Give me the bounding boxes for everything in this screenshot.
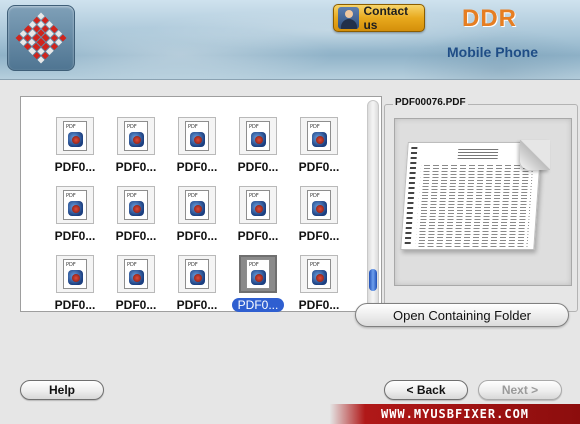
file-grid: PDF PDF0... PDF PDF0... PDF PDF0... PDF PDF0...… [20, 96, 382, 312]
pdf-file-icon: PDF [124, 190, 148, 220]
contact-us-button[interactable]: Contact us [333, 4, 425, 32]
file-item[interactable]: PDF PDF0... [169, 186, 225, 246]
file-label: PDF0... [54, 229, 96, 243]
document-table-lines [415, 165, 534, 247]
pdf-file-icon: PDF [63, 190, 87, 220]
file-label: PDF0... [115, 298, 157, 312]
file-thumbnail: PDF [300, 255, 338, 293]
file-thumbnail: PDF [117, 117, 155, 155]
file-thumbnail: PDF [56, 186, 94, 224]
file-thumbnail: PDF [117, 255, 155, 293]
file-label: PDF0... [237, 160, 279, 174]
pdf-file-icon: PDF [185, 259, 209, 289]
pdf-file-icon: PDF [63, 121, 87, 151]
file-thumbnail: PDF [56, 117, 94, 155]
file-thumbnail: PDF [300, 117, 338, 155]
file-thumbnail: PDF [178, 117, 216, 155]
file-thumbnail: PDF [239, 186, 277, 224]
file-item[interactable]: PDF PDF0... [291, 186, 347, 246]
pdf-file-icon: PDF [63, 259, 87, 289]
file-label: PDF0... [115, 160, 157, 174]
pdf-file-icon: PDF [246, 121, 270, 151]
file-item[interactable]: PDF PDF0... [47, 186, 103, 246]
file-item[interactable]: PDF PDF0... [47, 255, 103, 315]
contact-us-label: Contact us [363, 4, 409, 32]
file-item[interactable]: PDF PDF0... [169, 117, 225, 177]
file-item[interactable]: PDF PDF0... [108, 255, 164, 315]
app-header: Contact us DDR Mobile Phone [0, 0, 580, 80]
file-label: PDF0... [176, 229, 218, 243]
document-heading-lines [457, 149, 499, 159]
open-containing-folder-button[interactable]: Open Containing Folder [355, 303, 569, 327]
pdf-file-icon: PDF [185, 121, 209, 151]
file-thumbnail: PDF [239, 255, 277, 293]
file-label: PDF0... [115, 229, 157, 243]
app-logo [7, 5, 75, 71]
pdf-file-icon: PDF [307, 190, 331, 220]
pdf-file-icon: PDF [124, 259, 148, 289]
file-item[interactable]: PDF PDF0... [230, 117, 286, 177]
file-label: PDF0... [298, 298, 340, 312]
file-label: PDF0... [298, 229, 340, 243]
pdf-file-icon: PDF [246, 259, 270, 289]
file-item[interactable]: PDF PDF0... [230, 255, 286, 315]
file-item[interactable]: PDF PDF0... [169, 255, 225, 315]
back-button[interactable]: < Back [384, 380, 468, 400]
file-thumbnail: PDF [178, 186, 216, 224]
person-icon [338, 7, 360, 29]
file-item[interactable]: PDF PDF0... [230, 186, 286, 246]
file-item[interactable]: PDF PDF0... [108, 117, 164, 177]
pdf-file-icon: PDF [307, 259, 331, 289]
file-item[interactable]: PDF PDF0... [291, 255, 347, 315]
pdf-file-icon: PDF [124, 121, 148, 151]
file-thumbnail: PDF [56, 255, 94, 293]
file-item[interactable]: PDF PDF0... [291, 117, 347, 177]
file-thumbnail: PDF [239, 117, 277, 155]
file-label: PDF0... [54, 298, 96, 312]
file-thumbnail: PDF [178, 255, 216, 293]
file-item[interactable]: PDF PDF0... [47, 117, 103, 177]
file-label: PDF0... [237, 229, 279, 243]
file-item[interactable]: PDF PDF0... [108, 186, 164, 246]
file-label: PDF0... [231, 298, 285, 312]
file-thumbnail: PDF [300, 186, 338, 224]
website-banner: WWW.MYUSBFIXER.COM [330, 404, 580, 424]
logo-icon [15, 12, 67, 64]
file-label: PDF0... [176, 160, 218, 174]
help-button[interactable]: Help [20, 380, 104, 400]
file-label: PDF0... [54, 160, 96, 174]
product-name: Mobile Phone [447, 44, 538, 60]
file-label: PDF0... [298, 160, 340, 174]
pdf-file-icon: PDF [307, 121, 331, 151]
vertical-scrollbar[interactable] [367, 100, 379, 308]
pdf-file-icon: PDF [185, 190, 209, 220]
brand-name: DDR [462, 5, 517, 32]
preview-filename: PDF00076.PDF [393, 97, 468, 108]
file-thumbnail: PDF [117, 186, 155, 224]
page-curl-icon [520, 140, 550, 170]
scrollbar-thumb[interactable] [369, 269, 377, 291]
next-button[interactable]: Next > [478, 380, 562, 400]
file-label: PDF0... [176, 298, 218, 312]
pdf-file-icon: PDF [246, 190, 270, 220]
